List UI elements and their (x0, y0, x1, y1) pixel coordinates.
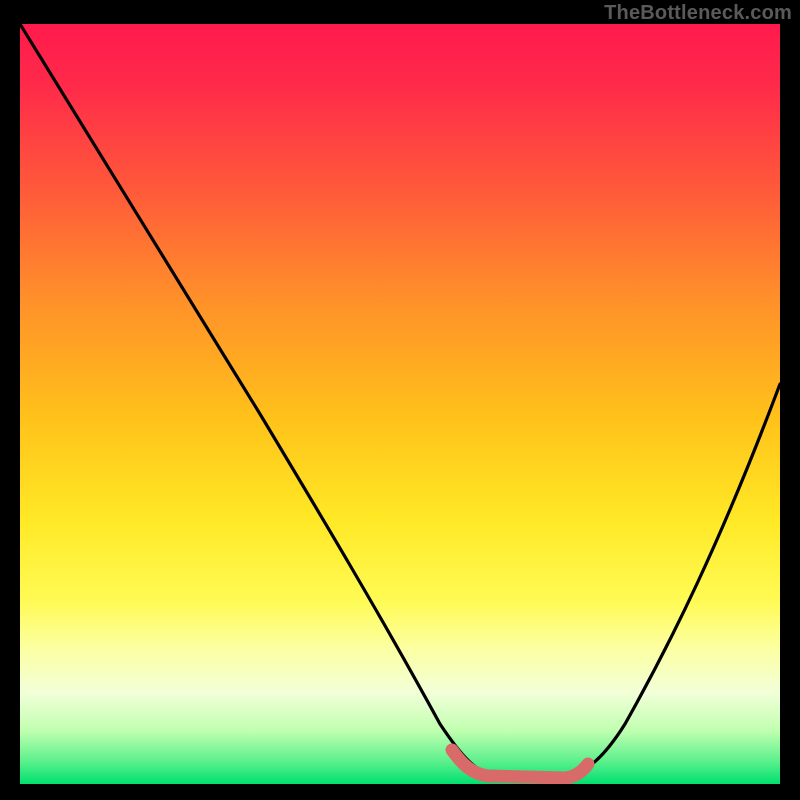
plot-area (20, 24, 780, 784)
bottleneck-curve (20, 24, 780, 778)
watermark-text: TheBottleneck.com (604, 2, 792, 25)
curve-svg (20, 24, 780, 784)
chart-frame: TheBottleneck.com (0, 0, 800, 800)
bottom-marker (452, 750, 588, 778)
